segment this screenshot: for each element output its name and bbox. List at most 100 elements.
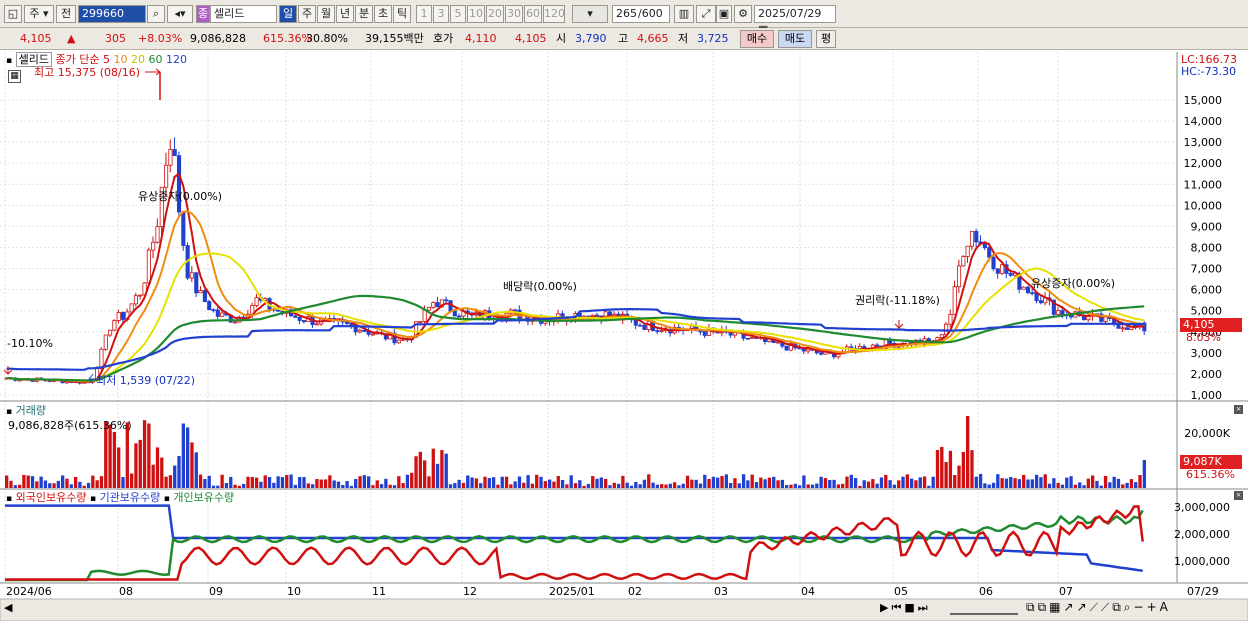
- volume-bar: [629, 485, 634, 488]
- interval-30[interactable]: 30: [505, 5, 523, 23]
- high-value: 4,665: [637, 32, 669, 45]
- foreign-holding-label[interactable]: 외국인보유수량: [16, 491, 87, 504]
- interval-5[interactable]: 5: [450, 5, 466, 23]
- period-tab-0[interactable]: 일: [279, 5, 297, 23]
- panel-toggle-icon[interactable]: ▪: [6, 494, 12, 504]
- interval-60[interactable]: 60: [524, 5, 542, 23]
- save-icon[interactable]: ▣: [716, 5, 732, 23]
- interval-1[interactable]: 1: [416, 5, 432, 23]
- eval-button[interactable]: 평: [816, 30, 836, 48]
- date-input[interactable]: 2025/07/29 ▦: [754, 5, 836, 36]
- volume-bar: [815, 483, 819, 488]
- panel-close-icon[interactable]: ×: [1234, 491, 1243, 500]
- trend2-icon[interactable]: ↗: [1077, 600, 1090, 614]
- stock-name-field[interactable]: 셀리드: [210, 5, 277, 23]
- search-icon[interactable]: ⌕: [147, 5, 165, 23]
- plus-icon[interactable]: +: [1147, 600, 1160, 614]
- candle-body: [108, 329, 113, 336]
- candle-body: [181, 211, 186, 246]
- ma-20[interactable]: 20: [131, 53, 145, 66]
- stock-code-input[interactable]: 299660: [78, 5, 146, 23]
- trend-icon[interactable]: ↗: [1064, 600, 1077, 614]
- y-tick-label: 15,000: [1184, 94, 1223, 107]
- panel-toggle-icon[interactable]: ▪: [164, 494, 170, 504]
- copy2-icon[interactable]: ⧉: [1038, 600, 1050, 614]
- type-select[interactable]: 주 ▾: [24, 5, 54, 23]
- text-icon[interactable]: A: [1160, 600, 1171, 614]
- volume-bar: [935, 450, 940, 488]
- interval-3[interactable]: 3: [433, 5, 449, 23]
- zigzag-icon[interactable]: ⟋: [1090, 600, 1101, 614]
- volume-bar: [414, 456, 418, 488]
- period-tab-1[interactable]: 주: [298, 5, 316, 23]
- interval-120[interactable]: 120: [543, 5, 565, 23]
- ma-60[interactable]: 60: [148, 53, 162, 66]
- volume-bar: [599, 477, 604, 488]
- candle-icon[interactable]: ▥: [674, 5, 694, 23]
- volume-bar: [974, 476, 978, 488]
- y-tick-label: 13,000: [1184, 136, 1223, 149]
- individual-holding-label[interactable]: 개인보유수량: [173, 491, 234, 504]
- panel-close-icon[interactable]: ×: [1234, 405, 1243, 414]
- zoom-slider[interactable]: [950, 601, 1018, 615]
- search-icon[interactable]: ⌕: [1124, 600, 1134, 614]
- sell-button[interactable]: 매도: [778, 30, 812, 48]
- candle-body: [254, 297, 259, 306]
- gear-icon[interactable]: ⚙: [734, 5, 752, 23]
- zigzag2-icon[interactable]: ⟋: [1101, 600, 1112, 614]
- candle-body: [948, 313, 953, 325]
- prev-button[interactable]: 전: [56, 5, 76, 23]
- interval-20[interactable]: 20: [486, 5, 504, 23]
- ma-10[interactable]: 10: [113, 53, 127, 66]
- interval-dropdown[interactable]: ▾: [572, 5, 608, 23]
- candle-body: [138, 294, 143, 297]
- ma-5[interactable]: 5: [103, 53, 110, 66]
- candle-body: [991, 256, 996, 270]
- period-tab-3[interactable]: 년: [336, 5, 354, 23]
- panel-toggle-icon[interactable]: ▪: [90, 494, 96, 504]
- period-tab-5[interactable]: 초: [374, 5, 392, 23]
- grid-icon[interactable]: ▦: [1049, 600, 1063, 614]
- volume-bar: [99, 476, 104, 488]
- y-tick-label: 8,000: [1191, 242, 1223, 255]
- candle-body: [99, 348, 104, 369]
- count-input[interactable]: 265: [612, 5, 638, 23]
- volume-bar: [966, 416, 970, 488]
- chart-icon[interactable]: ⧉: [1112, 600, 1124, 614]
- volume-bar: [147, 423, 151, 488]
- price-chart[interactable]: 15,000 14,000 13,000 12,000 11,000 10,000 9,00…: [0, 52, 1248, 621]
- period-tab-4[interactable]: 분: [355, 5, 373, 23]
- scroll-first-icon[interactable]: ⏮: [891, 601, 904, 614]
- volume-bar: [181, 423, 185, 488]
- buy-button[interactable]: 매수: [740, 30, 774, 48]
- calculator-icon[interactable]: ▦: [8, 70, 21, 83]
- panel-toggle-icon[interactable]: ▪: [6, 56, 12, 66]
- volume-bar: [375, 480, 379, 488]
- candle-body: [444, 299, 449, 302]
- scroll-left-icon[interactable]: ◀: [4, 601, 12, 615]
- sound-icon[interactable]: ◂▾: [167, 5, 193, 23]
- ma-120[interactable]: 120: [166, 53, 187, 66]
- chart-menu-icon[interactable]: ◱: [4, 5, 22, 23]
- volume-bar: [474, 478, 479, 488]
- stop-icon[interactable]: ■: [904, 601, 917, 614]
- institution-holding-label[interactable]: 기관보유수량: [100, 491, 161, 504]
- draw-tool-icon[interactable]: ⤢: [696, 5, 716, 23]
- scroll-last-icon[interactable]: ⏭: [918, 601, 931, 614]
- panel-toggle-icon[interactable]: ▪: [6, 407, 12, 417]
- minus-icon[interactable]: −: [1134, 600, 1147, 614]
- volume-bar: [806, 484, 810, 488]
- scroll-controls[interactable]: ▶⏮■⏭: [880, 601, 931, 615]
- volume-bar: [845, 476, 849, 488]
- interval-10[interactable]: 10: [467, 5, 485, 23]
- volume-bar: [638, 484, 642, 488]
- stock-tag[interactable]: 셀리드: [15, 52, 52, 67]
- volume-bar: [828, 480, 832, 488]
- copy-icon[interactable]: ⧉: [1026, 600, 1038, 614]
- volume-bar: [776, 480, 780, 488]
- volume-bar: [168, 475, 173, 488]
- scroll-right-icon[interactable]: ▶: [880, 601, 891, 614]
- period-tab-2[interactable]: 월: [317, 5, 335, 23]
- period-tab-6[interactable]: 틱: [393, 5, 411, 23]
- stock-badge: 종: [196, 5, 210, 23]
